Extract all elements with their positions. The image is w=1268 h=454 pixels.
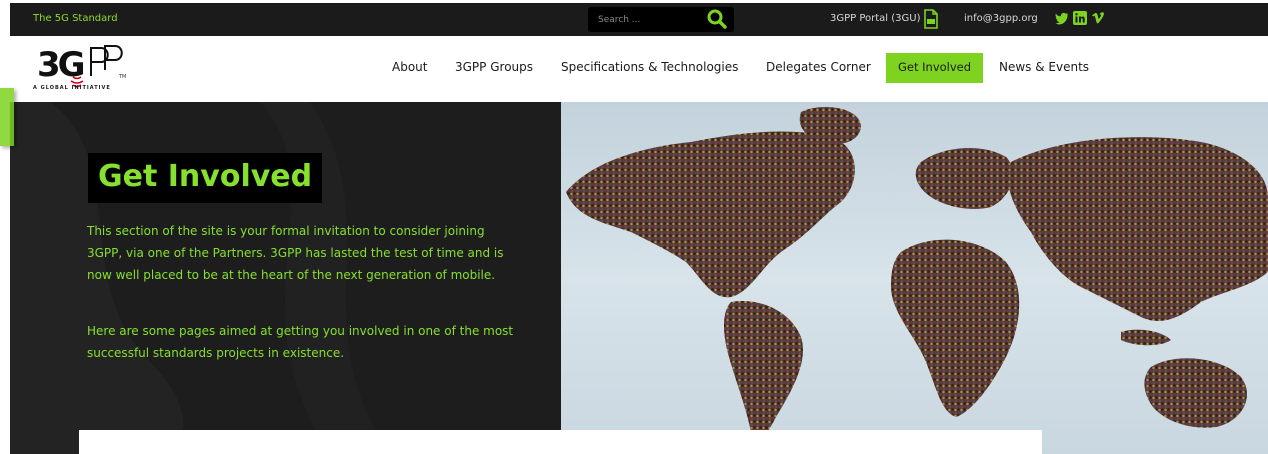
linkedin-icon[interactable] — [1073, 11, 1087, 25]
side-feedback-tab[interactable] — [0, 88, 14, 146]
search-box — [588, 7, 734, 32]
nav-news-events[interactable]: News & Events — [999, 60, 1089, 74]
hero-text-panel: Get Involved This section of the site is… — [10, 102, 561, 454]
world-map-image — [561, 102, 1268, 454]
nav-delegates-corner[interactable]: Delegates Corner — [766, 60, 871, 74]
logo-tm: TM — [118, 74, 126, 80]
page-title: Get Involved — [88, 153, 323, 203]
document-icon[interactable] — [923, 9, 939, 29]
email-link[interactable]: info@3gpp.org — [964, 13, 1038, 24]
portal-link[interactable]: 3GPP Portal (3GU) — [830, 13, 921, 24]
search-input[interactable] — [588, 7, 698, 32]
secondary-paragraph: Here are some pages aimed at getting you… — [87, 324, 514, 360]
crowd-world-map-illustration — [566, 107, 1268, 440]
intro-paragraph: This section of the site is your formal … — [87, 224, 504, 282]
logo-tagline: A GLOBAL INITIATIVE — [33, 85, 111, 91]
site-tagline: The 5G Standard — [33, 13, 118, 24]
vimeo-icon[interactable] — [1091, 11, 1105, 25]
nav-get-involved[interactable]: Get Involved — [886, 53, 984, 83]
twitter-icon[interactable] — [1055, 11, 1069, 25]
nav-3gpp-groups[interactable]: 3GPP Groups — [455, 60, 533, 74]
nav-specifications[interactable]: Specifications & Technologies — [561, 60, 738, 74]
search-icon[interactable] — [706, 9, 728, 29]
nav-about[interactable]: About — [392, 60, 427, 74]
top-bar: The 5G Standard 3GPP Portal (3GU) info@3… — [10, 3, 1268, 36]
main-header: 3G TM A GLOBAL INITIATIVE About 3GPP Gro… — [10, 36, 1268, 102]
content-card — [79, 430, 1042, 454]
